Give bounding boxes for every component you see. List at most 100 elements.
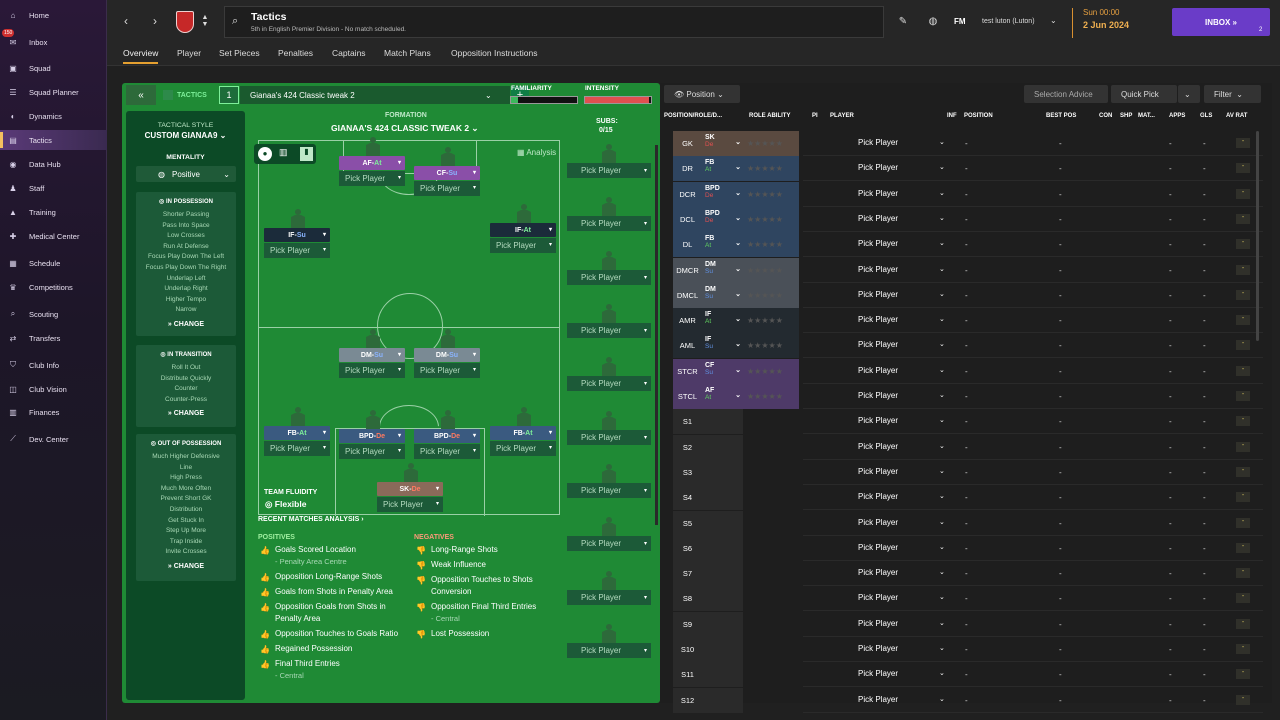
chevron-down-icon[interactable]: ⌄ [939,315,945,323]
pick-player-label[interactable]: Pick Player [858,214,898,223]
chevron-down-icon[interactable]: ⌄ [939,416,945,424]
pick-player-select[interactable]: Pick Player ▾ [567,430,651,445]
player-role[interactable]: SK - De ▾ [377,482,443,496]
sidebar-item-data-hub[interactable]: ◉ Data Hub [0,154,107,174]
column-header[interactable]: PLAYER [830,113,854,119]
search-icon[interactable]: ⌕ [232,15,238,28]
intensity-meter[interactable] [584,96,652,104]
tab-overview[interactable]: Overview [123,48,159,64]
collapse-button[interactable]: « [126,85,156,105]
role-cell[interactable]: AF At ⌄ [702,384,743,409]
table-row[interactable]: S8 Pick Player ⌄ - - - - - [673,586,1263,612]
pick-player-label[interactable]: Pick Player [858,366,898,375]
chevron-down-icon[interactable]: ⌄ [939,239,945,247]
player-role[interactable]: IF - Su ▾ [264,228,330,242]
formation-select[interactable]: GIANAA'S 424 CLASSIC TWEAK 2 ⌄ [331,123,479,134]
pick-player-select[interactable]: Pick Player ▾ [567,216,651,231]
table-row[interactable]: S12 Pick Player ⌄ - - - - - [673,687,1263,713]
pick-player-select[interactable]: Pick Player ▾ [490,441,556,456]
role-cell[interactable]: DM Su ⌄ [702,257,743,283]
table-row[interactable]: DMCL DM Su ⌄ ★★★★★ Pick Player ⌄ - - - - - [673,282,1263,308]
chevron-down-icon[interactable]: ⌄ [1050,16,1057,25]
column-header[interactable]: SHP [1120,113,1132,119]
role-cell[interactable]: IF Su ⌄ [702,333,743,359]
role-cell[interactable]: BPD De ⌄ [702,181,743,207]
pick-player-select[interactable]: Pick Player ▾ [567,643,651,658]
table-row[interactable]: DMCR DM Su ⌄ ★★★★★ Pick Player ⌄ - - - - - [673,257,1263,283]
tab-match-plans[interactable]: Match Plans [384,48,431,58]
pick-player-label[interactable]: Pick Player [858,543,898,552]
pick-player-label[interactable]: Pick Player [858,568,898,577]
analysis-toggle[interactable]: ▦ Analysis [517,148,556,157]
pick-player-select[interactable]: Pick Player ▾ [567,536,651,551]
sidebar-item-staff[interactable]: ♟ Staff [0,178,107,198]
table-row[interactable]: S5 Pick Player ⌄ - - - - - [673,510,1263,536]
role-cell[interactable]: SK De ⌄ [702,131,743,156]
table-row[interactable]: AML IF Su ⌄ ★★★★★ Pick Player ⌄ - - - - - [673,333,1263,359]
pick-player-label[interactable]: Pick Player [858,239,898,248]
table-row[interactable]: S3 Pick Player ⌄ - - - - - [673,459,1263,485]
table-row[interactable]: S11 Pick Player ⌄ - - - - - [673,662,1263,688]
club-crest[interactable] [176,11,194,33]
pick-player-select[interactable]: Pick Player ▾ [414,363,480,378]
pick-player-label[interactable]: Pick Player [858,593,898,602]
table-row[interactable]: AMR IF At ⌄ ★★★★★ Pick Player ⌄ - - - - - [673,308,1263,334]
table-row[interactable]: DCL BPD De ⌄ ★★★★★ Pick Player ⌄ - - - - - [673,206,1263,232]
player-role[interactable]: BPD - De ▾ [339,429,405,443]
forward-arrow-icon[interactable]: › [146,12,164,30]
table-row[interactable]: S7 Pick Player ⌄ - - - - - [673,561,1263,587]
table-row[interactable]: GK SK De ⌄ ★★★★★ Pick Player ⌄ - - - - - [673,131,1263,156]
chevron-down-icon[interactable]: ⌄ [1178,85,1200,103]
pick-player-label[interactable]: Pick Player [858,695,898,704]
sidebar-item-medical-center[interactable]: ✚ Medical Center [0,226,107,246]
chevron-down-icon[interactable]: ⌄ [939,695,945,703]
tab-set-pieces[interactable]: Set Pieces [219,48,260,58]
sidebar-item-finances[interactable]: ▥ Finances [0,402,107,422]
pick-player-select[interactable]: Pick Player ▾ [567,163,651,178]
pick-player-label[interactable]: Pick Player [858,138,898,147]
player-role[interactable]: BPD - De ▾ [414,429,480,443]
change-in-transition-button[interactable]: » CHANGE [136,410,236,417]
chart-view-icon[interactable]: ▥ [279,147,288,158]
role-cell[interactable]: BPD De ⌄ [702,206,743,232]
pick-player-select[interactable]: Pick Player ▾ [264,243,330,258]
table-row[interactable]: S6 Pick Player ⌄ - - - - - [673,535,1263,561]
pick-player-label[interactable]: Pick Player [858,189,898,198]
sidebar-item-squad-planner[interactable]: ☰ Squad Planner [0,82,107,102]
chevron-down-icon[interactable]: ⌄ [939,340,945,348]
pitch-scrollbar[interactable] [655,145,658,525]
tactic-slot[interactable]: 1 [219,86,239,104]
chevron-down-icon[interactable]: ⌄ [939,492,945,500]
player-role[interactable]: CF - Su ▾ [414,166,480,180]
tab-opposition-instructions[interactable]: Opposition Instructions [451,48,537,58]
column-header[interactable]: POSITION/ROLE/D... [664,113,722,119]
pick-player-label[interactable]: Pick Player [858,163,898,172]
table-row[interactable]: DL FB At ⌄ ★★★★★ Pick Player ⌄ - - - - - [673,232,1263,258]
pick-player-label[interactable]: Pick Player [858,644,898,653]
pick-player-select[interactable]: Pick Player ▾ [567,270,651,285]
role-cell[interactable]: CF Su ⌄ [702,358,743,384]
pitch-view-icon[interactable]: ▮ [300,147,313,161]
chevron-down-icon[interactable]: ⌄ [939,442,945,450]
pick-player-select[interactable]: Pick Player ▾ [339,363,405,378]
pick-player-select[interactable]: Pick Player ▾ [567,323,651,338]
table-row[interactable]: S4 Pick Player ⌄ - - - - - [673,485,1263,511]
role-cell[interactable]: FB At ⌄ [702,156,743,182]
pick-player-select[interactable]: Pick Player ▾ [567,483,651,498]
table-scrollbar[interactable] [1256,131,1259,341]
chevron-down-icon[interactable]: ⌄ [939,138,945,146]
chevron-down-icon[interactable]: ⌄ [939,568,945,576]
back-arrow-icon[interactable]: ‹ [117,12,135,30]
pick-player-select[interactable]: Pick Player ▾ [567,590,651,605]
column-header[interactable]: APPS [1169,113,1185,119]
pick-player-select[interactable]: Pick Player ▾ [264,441,330,456]
pick-player-label[interactable]: Pick Player [858,467,898,476]
inbox-button[interactable]: INBOX » [1172,8,1270,36]
column-header[interactable]: INF [947,113,957,119]
change-out-of-possession-button[interactable]: » CHANGE [136,563,236,570]
sidebar-item-tactics[interactable]: ▤ Tactics [0,130,107,150]
chevron-down-icon[interactable]: ⌄ [939,290,945,298]
manager-name[interactable]: test luton (Luton) [982,18,1035,25]
pick-player-label[interactable]: Pick Player [858,518,898,527]
chevron-down-icon[interactable]: ⌄ [939,619,945,627]
